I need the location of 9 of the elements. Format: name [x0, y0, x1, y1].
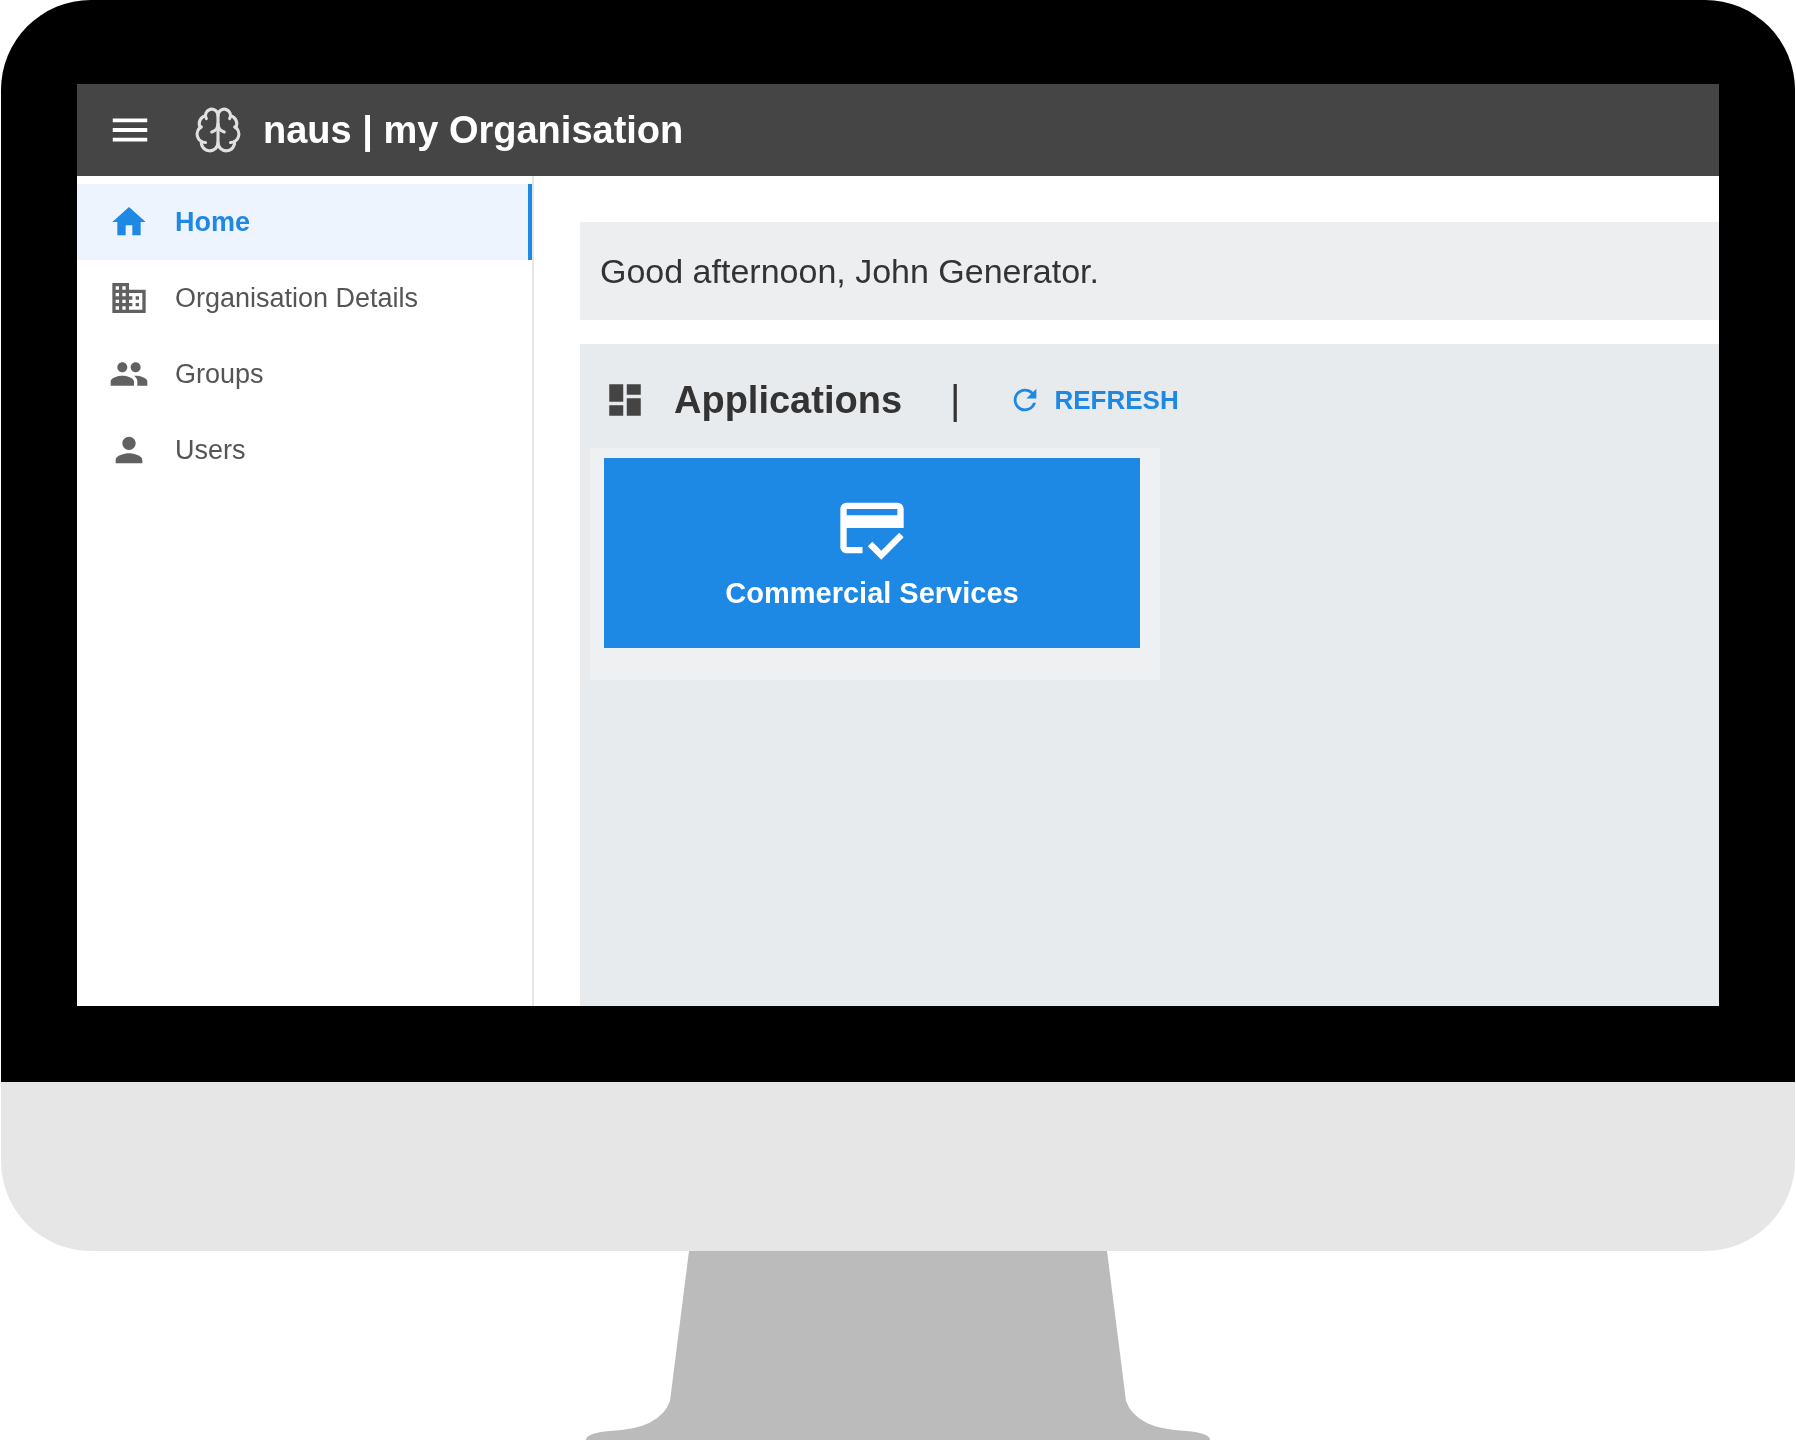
greeting-text: Good afternoon, John Generator. — [600, 250, 1099, 292]
app-title: naus | my Organisation — [263, 107, 684, 154]
brain-logo-icon — [193, 105, 243, 155]
sidebar-item[interactable]: Users — [77, 412, 532, 488]
application-tile[interactable]: Commercial Services — [604, 458, 1140, 648]
separator: | — [950, 377, 961, 424]
sidebar-item[interactable]: Organisation Details — [77, 260, 532, 336]
sidebar-item[interactable]: Groups — [77, 336, 532, 412]
applications-title: Applications — [674, 377, 903, 423]
